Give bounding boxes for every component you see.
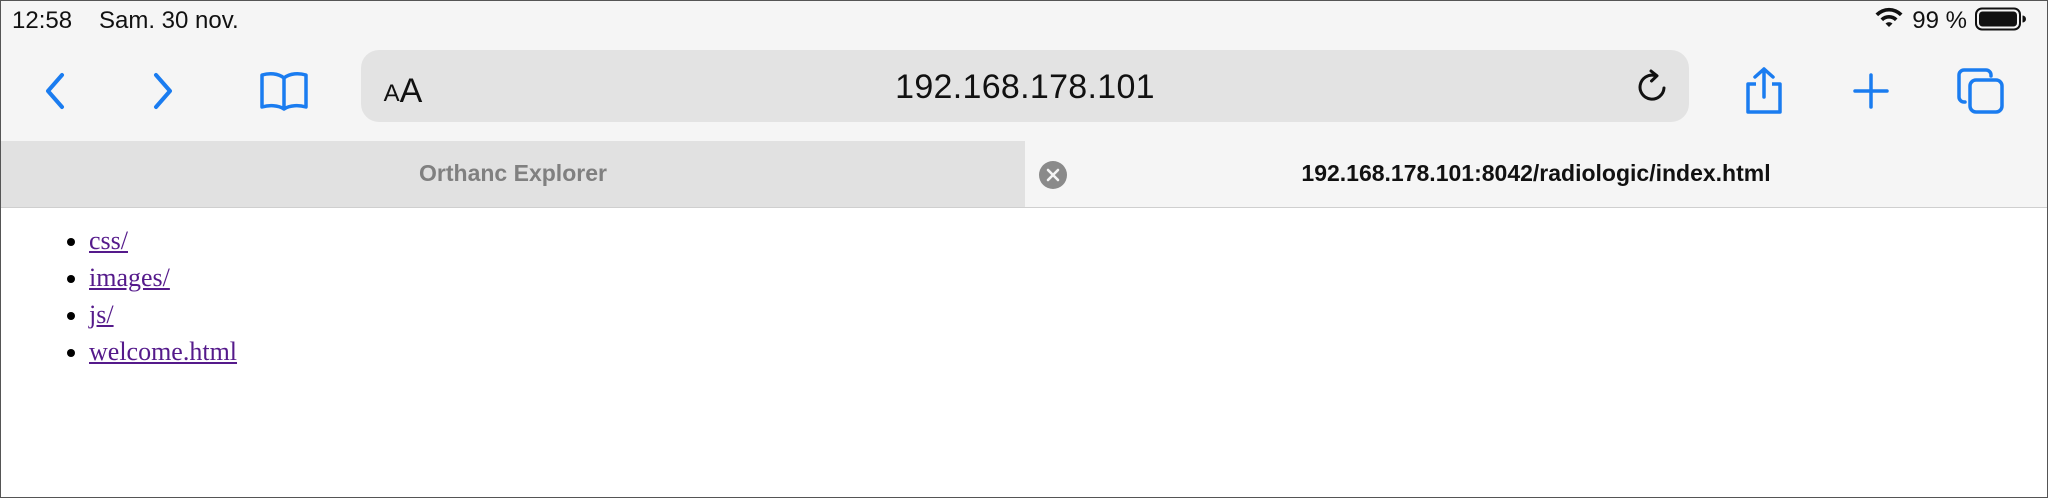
link-css[interactable]: css/ [89,226,128,255]
back-button[interactable] [25,61,85,121]
tab-title: 192.168.178.101:8042/radiologic/index.ht… [1301,160,1771,186]
list-item: js/ [89,296,2047,333]
forward-button[interactable] [133,61,193,121]
status-time: 12:58 [12,7,73,34]
tabs-icon [1957,68,2004,114]
reload-button[interactable] [1633,68,1671,106]
address-bar[interactable]: AA 192.168.178.101 [361,50,1689,122]
battery-percentage: 99 % [1912,7,1967,34]
chevron-right-icon [154,73,172,109]
plus-icon [1853,73,1889,109]
share-icon [1746,67,1782,114]
tab-orthanc-explorer[interactable]: Orthanc Explorer [1,141,1025,207]
bookmarks-button[interactable] [254,61,314,121]
browser-toolbar: AA 192.168.178.101 [1,41,2047,141]
page-content: css/ images/ js/ welcome.html [1,208,2047,497]
status-bar: 12:58 Sam. 30 nov. 99 % [1,1,2047,41]
link-images[interactable]: images/ [89,263,170,292]
battery-icon [1975,7,2027,36]
share-button[interactable] [1734,61,1794,121]
link-welcome-html[interactable]: welcome.html [89,337,237,366]
chevron-left-icon [46,73,64,109]
status-date: Sam. 30 nov. [99,7,239,34]
url-text[interactable]: 192.168.178.101 [361,68,1689,107]
list-item: images/ [89,259,2047,296]
wifi-icon [1874,7,1904,36]
list-item: welcome.html [89,333,2047,370]
status-indicators: 99 % [1874,6,2027,36]
tab-title: Orthanc Explorer [419,160,607,186]
reload-icon [1638,69,1666,101]
tab-current-page[interactable]: 192.168.178.101:8042/radiologic/index.ht… [1025,141,2047,207]
book-icon [260,72,308,111]
tab-overview-button[interactable] [1951,61,2011,121]
tab-strip: Orthanc Explorer 192.168.178.101:8042/ra… [1,141,2047,208]
link-js[interactable]: js/ [89,300,114,329]
list-item: css/ [89,222,2047,259]
directory-listing: css/ images/ js/ welcome.html [1,222,2047,370]
browser-window: 12:58 Sam. 30 nov. 99 % A A 192.168.178.… [0,0,2048,498]
new-tab-button[interactable] [1841,61,1901,121]
